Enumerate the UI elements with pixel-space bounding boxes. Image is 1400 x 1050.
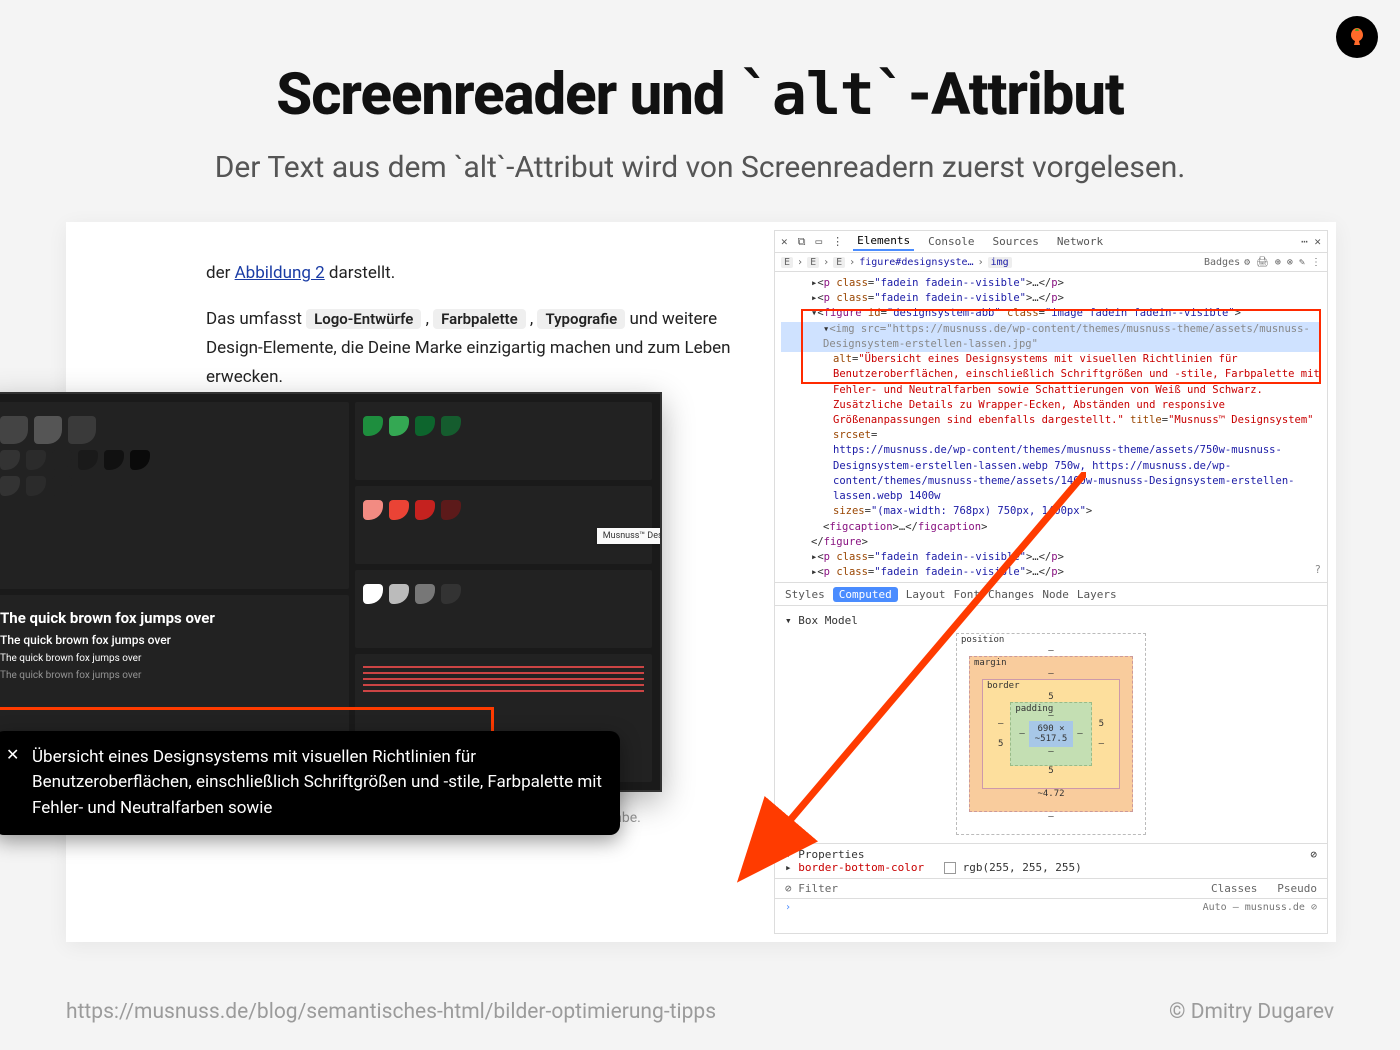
tab-elements[interactable]: Elements [853,232,914,251]
paragraph-2: Das umfasst Logo-Entwürfe , Farbpalette … [206,305,746,392]
tag-typo: Typografie [537,309,625,329]
tab-console[interactable]: Console [924,233,978,250]
tab-layers[interactable]: Layers [1077,588,1117,601]
styles-tabs: Styles Computed Layout Font Changes Node… [775,582,1327,606]
brand-logo [1336,16,1378,58]
paragraph-1: der Abbildung 2 darstellt. [206,259,746,288]
devtools-tabs: ✕ ⧉ ▭ ⋮ Elements Console Sources Network… [775,231,1327,253]
dock-icon[interactable]: ⧉ [798,235,806,249]
tab-font[interactable]: Font [953,588,980,601]
tab-node[interactable]: Node [1042,588,1069,601]
close-icon[interactable]: ✕ [6,743,19,767]
tab-network[interactable]: Network [1053,233,1107,250]
source-url: https://musnuss.de/blog/semantisches-htm… [66,1000,716,1024]
hover-tooltip: Musnuss™ Designsystem [597,528,662,544]
tab-layout[interactable]: Layout [906,588,946,601]
devtools-footer: › Auto — musnuss.de ⊘ [775,899,1327,916]
figure-link[interactable]: Abbildung 2 [235,263,325,283]
dom-tree[interactable]: ▸<p class="fadein fadein--visible">…</p>… [775,272,1327,582]
devtools-breadcrumb: E›E›E› figure#designsyste…› img Badges ⚙… [775,253,1327,272]
tag-palette: Farbpalette [433,309,526,329]
author-credit: © Dmitry Dugarev [1169,1000,1334,1024]
tab-changes[interactable]: Changes [988,588,1034,601]
close-icon[interactable]: ✕ [781,235,788,248]
screenreader-popup: ✕ Übersicht eines Designsystems mit visu… [0,731,620,836]
device-icon[interactable]: ▭ [815,235,822,248]
tab-computed[interactable]: Computed [833,587,898,602]
content-card: der Abbildung 2 darstellt. Das umfasst L… [66,222,1336,942]
devtools-panel: ✕ ⧉ ▭ ⋮ Elements Console Sources Network… [774,230,1328,934]
filter-bar: ⊘ Filter Classes Pseudo [775,879,1327,899]
box-model-section: ▾ Box Model position – margin – border 5… [775,606,1327,844]
slide-title: Screenreader und `alt`-Attribut [0,60,1400,129]
tab-sources[interactable]: Sources [988,233,1042,250]
tag-logo: Logo-Entwürfe [306,309,421,329]
tab-styles[interactable]: Styles [785,588,825,601]
figure-2: The quick brown fox jumps over The quick… [0,392,662,843]
properties-section: ▾ Properties⊘ ▸ border-bottom-color rgb(… [775,844,1327,879]
slide-subtitle: Der Text aus dem `alt`-Attribut wird von… [0,150,1400,185]
